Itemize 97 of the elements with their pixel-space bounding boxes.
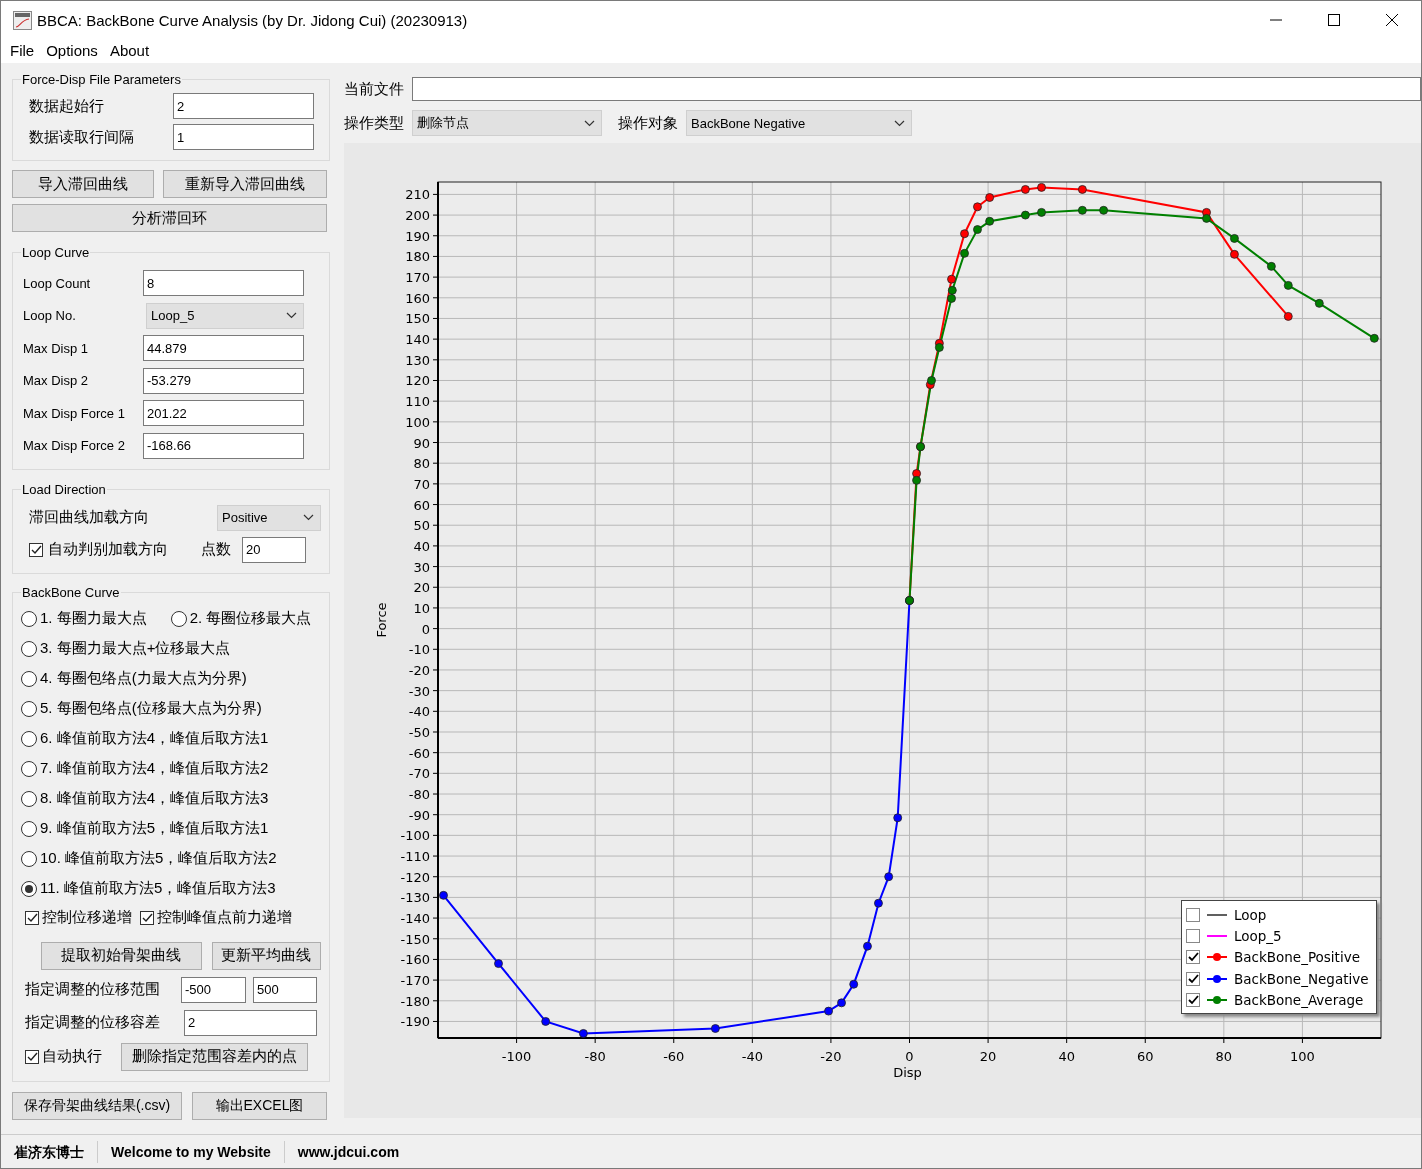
radio-label: 6. 峰值前取方法4，峰值后取方法1	[40, 729, 269, 748]
legend-label: Loop_5	[1234, 927, 1282, 944]
field-label: 数据起始行	[29, 96, 105, 116]
radio-label: 1. 每圈力最大点	[40, 609, 147, 628]
tick-label: -190	[400, 1014, 430, 1030]
tick-label: -100	[501, 1049, 532, 1064]
tick-label: 30	[413, 559, 430, 575]
tick-label: 20	[413, 580, 430, 596]
tick-label: 150	[405, 311, 430, 327]
group-title: Loop Curve	[21, 245, 91, 260]
radio-label: 10. 峰值前取方法5，峰值后取方法2	[40, 849, 277, 868]
field-label: Loop No.	[23, 308, 77, 323]
field-label: Max Disp 2	[23, 373, 90, 388]
field-label: 当前文件	[344, 79, 404, 99]
legend-label: BackBone_Average	[1234, 991, 1364, 1008]
tick-label: 20	[979, 1049, 997, 1064]
tick-label: 0	[421, 621, 430, 637]
radio-label: 11. 峰值前取方法5，峰值后取方法3	[40, 879, 276, 898]
tick-label: -120	[400, 869, 430, 885]
tick-label: 170	[405, 270, 430, 286]
tick-label: -50	[408, 725, 430, 740]
legend-label: Loop	[1234, 906, 1267, 923]
field-label: 指定调整的位移范围	[25, 980, 161, 999]
field-label: Loop Count	[23, 275, 92, 291]
field-label: 操作类型	[344, 113, 404, 133]
radio-label: 8. 峰值前取方法4，峰值后取方法3	[40, 789, 269, 808]
group-title: BackBone Curve	[21, 584, 121, 600]
tick-label: 40	[1058, 1049, 1075, 1064]
tick-label: 140	[405, 332, 430, 348]
group-title: Load Direction	[21, 481, 107, 497]
radio-label: 5. 每圈包络点(位移最大点为分界)	[40, 699, 262, 718]
tick-label: 130	[405, 352, 430, 368]
tick-label: 100	[1290, 1049, 1315, 1064]
tick-label: -10	[408, 642, 430, 658]
tick-label: 0	[905, 1049, 914, 1064]
tick-label: -60	[408, 745, 430, 761]
status-text: www.jdcui.com	[296, 1142, 401, 1162]
window-title: BBCA: BackBone Curve Analysis (by Dr. Jidong Cui) (20230913)	[37, 11, 469, 29]
checkbox-label: 自动执行	[42, 1047, 102, 1066]
tick-label: -150	[400, 931, 430, 947]
tick-label: 60	[1137, 1049, 1154, 1064]
tick-label: -170	[400, 973, 430, 989]
axis-title: Force	[374, 602, 389, 638]
field-label: 指定调整的位移容差	[25, 1013, 161, 1032]
tick-label: -110	[400, 849, 430, 865]
tick-label: 190	[405, 228, 430, 244]
tick-label: -30	[408, 683, 430, 699]
tick-label: 100	[405, 414, 430, 430]
status-text: 崔济东博士	[1, 1140, 98, 1163]
tick-label: 80	[1215, 1049, 1233, 1064]
field-label: 滞回曲线加载方向	[29, 508, 149, 527]
radio-label: 3. 每圈力最大点+位移最大点	[40, 639, 231, 658]
field-label: 数据读取行间隔	[29, 127, 135, 147]
tick-label: 50	[413, 518, 430, 534]
tick-label: 10	[413, 600, 430, 616]
tick-label: 60	[413, 497, 430, 513]
field-label: 点数	[201, 540, 231, 559]
tick-label: -60	[663, 1049, 685, 1064]
axis-title: Disp	[893, 1065, 922, 1080]
field-label: Max Disp Force 2	[23, 438, 126, 453]
radio-label: 7. 峰值前取方法4，峰值后取方法2	[40, 759, 269, 778]
tick-label: 110	[405, 394, 430, 410]
checkbox-label: 控制位移递增	[42, 908, 132, 927]
tick-label: 160	[405, 290, 430, 306]
tick-label: 210	[405, 187, 430, 203]
tick-label: 120	[405, 373, 430, 389]
tick-label: -40	[741, 1049, 763, 1064]
checkbox-label: 控制峰值点前力递增	[157, 908, 292, 927]
checkbox-label: 自动判别加载方向	[48, 540, 168, 559]
tick-label: -130	[400, 890, 430, 906]
tick-label: 180	[405, 249, 430, 265]
radio-label: 4. 每圈包络点(力最大点为分界)	[40, 669, 247, 688]
field-label: Max Disp Force 1	[23, 405, 126, 421]
tick-label: -100	[400, 828, 430, 844]
tick-label: -160	[400, 952, 430, 968]
tick-label: 70	[413, 476, 430, 492]
tick-label: 200	[405, 208, 430, 224]
radio-label: 2. 每圈位移最大点	[189, 609, 312, 628]
field-label: 操作对象	[618, 113, 678, 133]
legend-label: BackBone_Negative	[1234, 970, 1369, 987]
tick-label: -80	[584, 1049, 606, 1064]
tick-label: 80	[413, 456, 430, 472]
tick-label: -180	[400, 993, 430, 1009]
tick-label: -20	[408, 662, 430, 678]
tick-label: -140	[400, 911, 430, 927]
tick-label: 90	[413, 435, 430, 451]
status-text: Welcome to my Website	[98, 1140, 285, 1163]
tick-label: -20	[820, 1049, 842, 1064]
tick-label: -90	[408, 807, 430, 823]
legend-label: BackBone_Positive	[1234, 949, 1360, 966]
tick-label: -80	[408, 787, 430, 802]
tick-label: -70	[408, 766, 430, 782]
tick-label: -40	[408, 704, 430, 720]
group-title: Force-Disp File Parameters	[21, 72, 182, 87]
tick-label: 40	[413, 538, 430, 554]
field-label: Max Disp 1	[23, 340, 90, 356]
radio-label: 9. 峰值前取方法5，峰值后取方法1	[40, 819, 269, 838]
